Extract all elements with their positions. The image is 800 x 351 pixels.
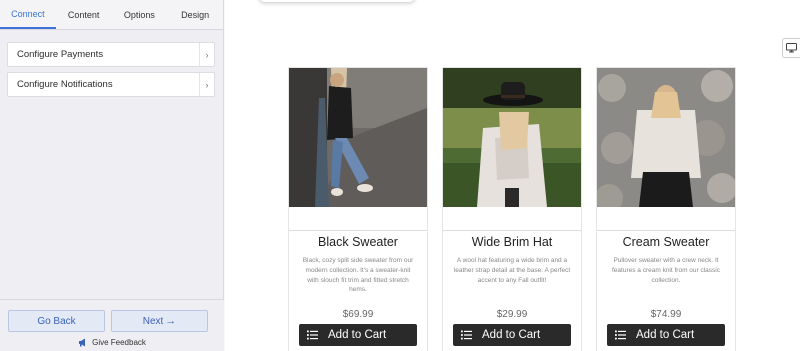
settings-panel: Connect Content Options Design Configure…: [0, 0, 224, 351]
card-divider: [597, 230, 735, 231]
product-price: $29.99: [496, 309, 528, 320]
preview-toolbar-edge: [259, 0, 415, 2]
list-icon: [461, 330, 472, 340]
next-button[interactable]: Next →: [111, 310, 208, 332]
tab-design[interactable]: Design: [167, 0, 223, 29]
product-price: $74.99: [650, 309, 682, 320]
panel-footer: Go Back Next → Give Feedback: [0, 299, 224, 351]
configure-payments-label: Configure Payments: [17, 49, 104, 60]
tab-bar: Connect Content Options Design: [0, 0, 223, 30]
product-title: Cream Sweater: [622, 235, 710, 249]
configure-payments-button[interactable]: Configure Payments ›: [7, 42, 215, 67]
add-to-cart-button[interactable]: Add to Cart: [299, 324, 417, 346]
product-title: Wide Brim Hat: [471, 235, 553, 249]
product-image-wide-brim-hat[interactable]: [443, 68, 581, 207]
product-title: Black Sweater: [318, 235, 398, 249]
tab-options[interactable]: Options: [112, 0, 168, 29]
card-divider: [443, 230, 581, 231]
megaphone-icon: [79, 338, 86, 347]
configure-notifications-button[interactable]: Configure Notifications ›: [7, 72, 215, 97]
product-card: Wide Brim Hat A wool hat featuring a wid…: [442, 67, 582, 351]
configure-notifications-label: Configure Notifications: [17, 79, 113, 90]
list-icon: [307, 330, 318, 340]
chevron-right-icon: ›: [199, 73, 214, 96]
product-price: $69.99: [342, 309, 374, 320]
product-card: Cream Sweater Pullover sweater with a cr…: [596, 67, 736, 351]
give-feedback-label: Give Feedback: [92, 338, 146, 347]
product-description: Black, cozy split side sweater from our …: [302, 257, 414, 294]
product-image-black-sweater[interactable]: [289, 68, 427, 207]
product-card: Black Sweater Black, cozy split side swe…: [288, 67, 428, 351]
monitor-icon: [786, 43, 797, 53]
tab-connect[interactable]: Connect: [0, 0, 56, 29]
product-image-cream-sweater[interactable]: [597, 68, 735, 207]
chevron-right-icon: ›: [199, 43, 214, 66]
add-to-cart-label: Add to Cart: [482, 329, 541, 341]
next-label: Next: [142, 315, 164, 327]
give-feedback-link[interactable]: Give Feedback: [0, 338, 224, 347]
product-description: A wool hat featuring a wide brim and a l…: [453, 257, 571, 284]
store-preview: Black Sweater Black, cozy split side swe…: [225, 0, 800, 351]
desktop-view-toggle[interactable]: [782, 38, 800, 58]
list-icon: [615, 330, 626, 340]
tab-content[interactable]: Content: [56, 0, 112, 29]
add-to-cart-label: Add to Cart: [328, 329, 387, 341]
add-to-cart-label: Add to Cart: [636, 329, 695, 341]
card-divider: [289, 230, 427, 231]
product-description: Pullover sweater with a crew neck. It fe…: [611, 257, 720, 284]
add-to-cart-button[interactable]: Add to Cart: [453, 324, 571, 346]
add-to-cart-button[interactable]: Add to Cart: [607, 324, 725, 346]
go-back-button[interactable]: Go Back: [8, 310, 105, 332]
arrow-right-icon: →: [165, 315, 177, 327]
